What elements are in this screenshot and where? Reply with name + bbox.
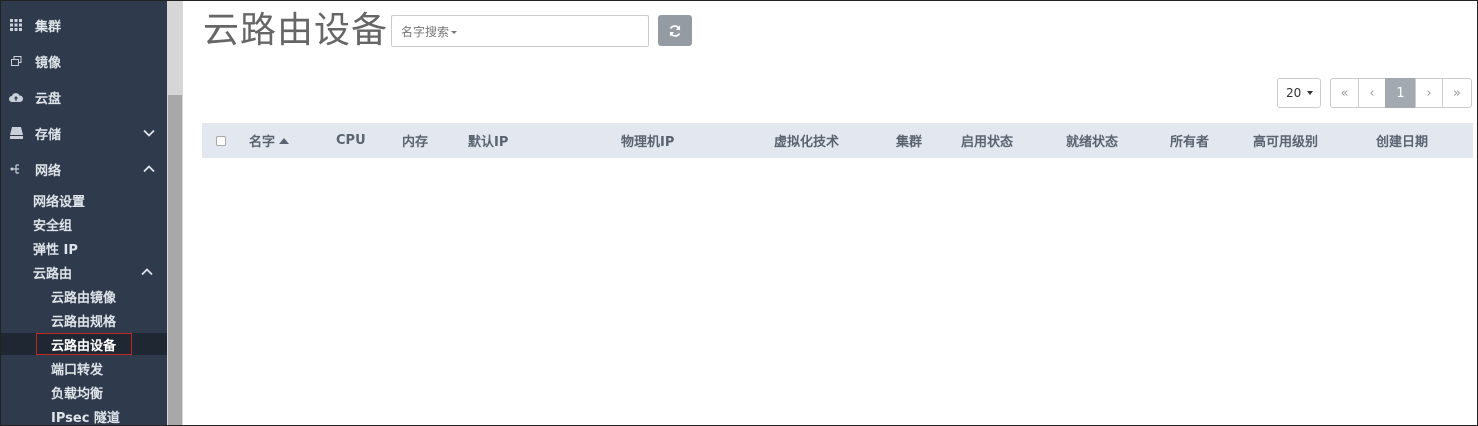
select-all-checkbox[interactable] (216, 136, 226, 146)
refresh-button[interactable] (658, 15, 692, 46)
grid-icon (9, 18, 23, 32)
column-header-ha-level[interactable]: 高可用级别 (1253, 123, 1318, 158)
prev-page-button[interactable]: ‹ (1358, 78, 1386, 108)
pagination: « ‹ 1 › » (1330, 78, 1472, 108)
column-header-create-date[interactable]: 创建日期 (1376, 123, 1428, 158)
sort-ascending-icon (279, 137, 290, 144)
cloud-disk-icon (9, 90, 23, 104)
sidebar-item-label: 云盘 (35, 91, 62, 107)
sidebar-subitem-load-balancer[interactable]: 负载均衡 (51, 381, 167, 403)
caret-down-icon (1307, 91, 1313, 95)
sidebar-subitem-vrouter-device[interactable]: 云路由设备 (1, 333, 167, 355)
sidebar-subitem-vrouter-image[interactable]: 云路由镜像 (51, 285, 167, 307)
column-header-status[interactable]: 就绪状态 (1066, 123, 1118, 158)
last-page-button[interactable]: » (1442, 78, 1472, 108)
column-header-hypervisor[interactable]: 虚拟化技术 (774, 123, 839, 158)
page-1-button[interactable]: 1 (1385, 78, 1416, 108)
sidebar-subitem-ipsec-tunnel[interactable]: IPsec 隧道 (51, 405, 167, 426)
sidebar-item-label: 镜像 (35, 55, 62, 71)
sidebar-item-cluster[interactable]: 集群 (1, 11, 167, 39)
page-title: 云路由设备 (203, 10, 389, 51)
sidebar-subitem-vrouter[interactable]: 云路由 (33, 261, 167, 283)
chevron-up-icon (141, 268, 153, 276)
search-field-selector[interactable]: 名字搜索 (401, 23, 458, 40)
column-header-memory[interactable]: 内存 (402, 123, 428, 158)
sidebar-item-cloud-disk[interactable]: 云盘 (1, 83, 167, 111)
network-icon (9, 162, 23, 176)
sidebar-item-label: 存储 (35, 127, 62, 143)
sidebar-subitem-network-settings[interactable]: 网络设置 (33, 189, 167, 211)
sidebar-item-label: 集群 (35, 19, 62, 35)
sidebar-scrollbar[interactable] (167, 1, 183, 425)
refresh-icon (669, 24, 681, 37)
column-header-owner[interactable]: 所有者 (1170, 123, 1209, 158)
scrollbar-thumb[interactable] (168, 95, 182, 425)
sidebar-subitem-security-group[interactable]: 安全组 (33, 213, 167, 235)
sidebar-subitem-vrouter-offering[interactable]: 云路由规格 (51, 309, 167, 331)
sidebar: 集群 镜像 云盘 存储 网络 网络设置 安全组 弹性 IP 云路由 云路由镜像 … (1, 1, 167, 426)
image-icon (9, 54, 23, 68)
page-size-select[interactable]: 20 (1277, 78, 1321, 108)
sidebar-item-storage[interactable]: 存储 (1, 119, 167, 147)
storage-icon (9, 126, 23, 140)
next-page-button[interactable]: › (1415, 78, 1443, 108)
column-header-default-ip[interactable]: 默认IP (468, 123, 508, 158)
sidebar-subitem-elastic-ip[interactable]: 弹性 IP (33, 237, 167, 259)
chevron-down-icon (143, 129, 155, 137)
chevron-up-icon (143, 165, 155, 173)
sidebar-subitem-port-forwarding[interactable]: 端口转发 (51, 357, 167, 379)
column-header-host-ip[interactable]: 物理机IP (621, 123, 674, 158)
sidebar-item-image[interactable]: 镜像 (1, 47, 167, 75)
column-header-cpu[interactable]: CPU (336, 123, 366, 158)
sidebar-item-label: 云路由 (33, 266, 73, 282)
app-window: 集群 镜像 云盘 存储 网络 网络设置 安全组 弹性 IP 云路由 云路由镜像 … (0, 0, 1478, 426)
caret-down-icon (451, 30, 458, 34)
column-header-cluster[interactable]: 集群 (896, 123, 922, 158)
column-header-state[interactable]: 启用状态 (961, 123, 1013, 158)
table-header: 名字 CPU 内存 默认IP 物理机IP 虚拟化技术 集群 启用状态 就绪状态 … (202, 123, 1473, 158)
column-header-name[interactable]: 名字 (249, 123, 290, 158)
search-input[interactable]: 名字搜索 (391, 15, 649, 47)
sidebar-item-label: 网络 (35, 163, 62, 179)
first-page-button[interactable]: « (1330, 78, 1359, 108)
sidebar-item-network[interactable]: 网络 (1, 155, 167, 183)
